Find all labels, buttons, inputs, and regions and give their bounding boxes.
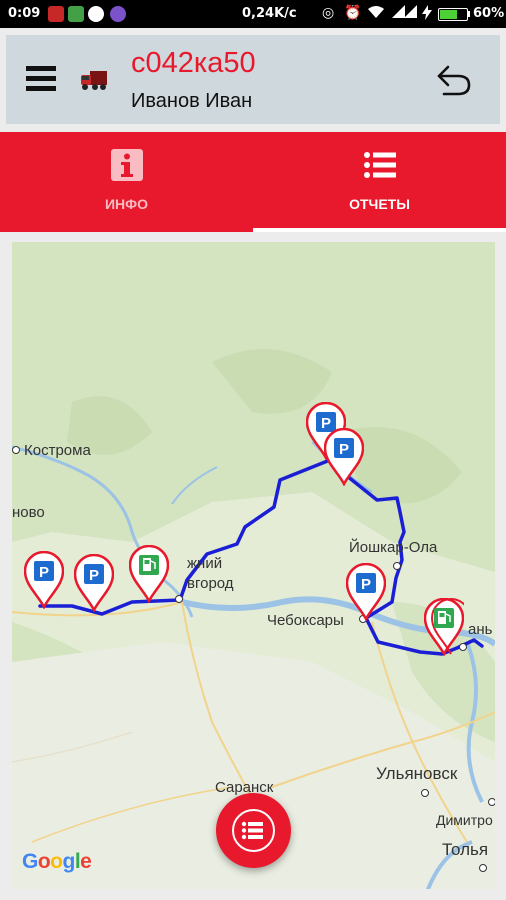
parking-icon: P bbox=[39, 564, 49, 581]
parking-marker[interactable]: P bbox=[324, 428, 364, 486]
city-dot bbox=[12, 446, 20, 454]
status-time: 0:09 bbox=[8, 6, 41, 21]
google-attribution: Google bbox=[22, 850, 92, 873]
app-notification-icon bbox=[48, 6, 64, 22]
wifi-icon bbox=[368, 5, 384, 23]
vehicle-header: с042ка50 Иванов Иван bbox=[6, 35, 500, 124]
fuel-marker[interactable] bbox=[424, 598, 464, 656]
menu-icon[interactable] bbox=[26, 66, 56, 92]
alarm-icon: ⏰ bbox=[344, 5, 362, 21]
parking-icon: P bbox=[89, 567, 99, 584]
back-arrow-icon[interactable] bbox=[436, 63, 472, 97]
fuel-pump-icon bbox=[438, 611, 446, 624]
tab-reports[interactable]: ОТЧЕТЫ bbox=[253, 132, 506, 228]
charging-icon bbox=[422, 5, 432, 24]
city-dot bbox=[175, 595, 183, 603]
status-bar: 0:09 0,24K/c ◎ ⏰ 60% bbox=[0, 0, 506, 28]
parking-marker[interactable]: P bbox=[24, 551, 64, 609]
city-label: жний bbox=[187, 555, 223, 572]
city-label: ново bbox=[12, 504, 45, 521]
app-notification-icon bbox=[88, 6, 104, 22]
city-label: Кострома bbox=[24, 442, 91, 459]
tab-bar: ИНФО ОТЧЕТЫ bbox=[0, 132, 506, 232]
tab-info[interactable]: ИНФО bbox=[0, 132, 253, 228]
city-label: Ульяновск bbox=[376, 764, 458, 783]
info-icon bbox=[111, 149, 143, 181]
city-label: Йошкар-Ола bbox=[349, 539, 438, 556]
vehicle-plate: с042ка50 bbox=[131, 47, 256, 79]
app-notification-icon bbox=[68, 6, 84, 22]
city-dot bbox=[421, 789, 429, 797]
battery-tip bbox=[468, 11, 470, 17]
city-dot bbox=[393, 562, 401, 570]
parking-icon: P bbox=[339, 441, 349, 458]
city-dot bbox=[488, 798, 495, 806]
signal-icon bbox=[404, 5, 417, 22]
battery-percent: 60% bbox=[473, 6, 505, 21]
fuel-marker[interactable] bbox=[129, 545, 169, 603]
driver-name: Иванов Иван bbox=[131, 90, 253, 112]
parking-marker[interactable]: P bbox=[74, 554, 114, 612]
data-saver-icon: ◎ bbox=[322, 5, 335, 21]
tab-info-label: ИНФО bbox=[104, 196, 148, 212]
parking-marker[interactable]: P bbox=[346, 563, 386, 621]
city-dot bbox=[479, 864, 487, 872]
active-tab-indicator bbox=[253, 228, 506, 232]
city-label: Димитро bbox=[436, 812, 493, 828]
list-icon bbox=[241, 821, 263, 840]
battery-icon bbox=[438, 8, 468, 21]
city-label: ань bbox=[468, 621, 493, 638]
network-speed: 0,24K/c bbox=[242, 6, 297, 21]
truck-icon bbox=[81, 71, 107, 90]
list-icon bbox=[364, 152, 396, 178]
fuel-pump-icon bbox=[143, 558, 151, 571]
city-label: вгород bbox=[187, 575, 234, 592]
city-label: Толья bbox=[442, 840, 489, 859]
city-label: Чебоксары bbox=[267, 612, 344, 629]
reports-fab-button[interactable] bbox=[216, 793, 291, 868]
parking-icon: P bbox=[361, 576, 371, 593]
viber-icon bbox=[110, 6, 126, 22]
route-map[interactable]: Кострома ново жний вгород Йошкар-Ола Чеб… bbox=[12, 242, 495, 889]
fab-ring bbox=[232, 809, 275, 852]
tab-reports-label: ОТЧЕТЫ bbox=[349, 196, 410, 212]
